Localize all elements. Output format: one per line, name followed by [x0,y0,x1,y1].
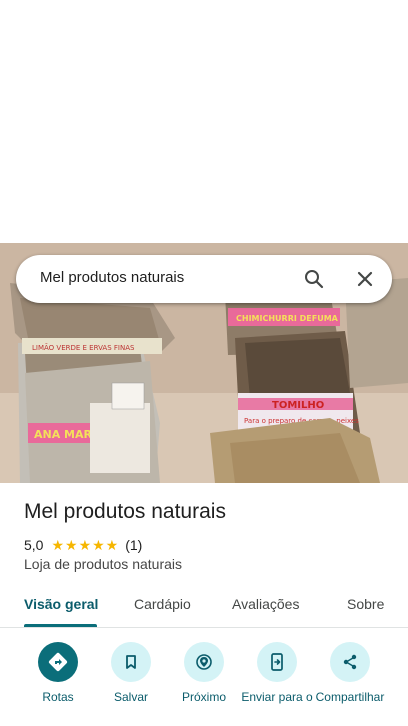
tab-bar: Visão geral Cardápio Avaliações Sobre [0,590,408,628]
place-title: Mel produtos naturais [24,500,226,523]
tab-divider [0,627,408,628]
close-icon[interactable] [353,267,377,291]
tab-overview[interactable]: Visão geral [24,596,98,612]
star-rating-icon: ★★★★★ [51,536,120,553]
directions-label: Rotas [42,690,74,704]
search-bar[interactable]: Mel produtos naturais [16,255,392,303]
tab-menu[interactable]: Cardápio [134,596,191,612]
save-label: Salvar [113,690,148,704]
share-icon[interactable] [330,642,370,682]
directions-button[interactable]: Rotas [18,642,98,724]
share-button[interactable]: Compartilhar [310,642,390,724]
send-to-phone-button[interactable]: Enviar para o [237,642,317,724]
rating-value: 5,0 [24,537,44,553]
tab-reviews[interactable]: Avaliações [232,596,299,612]
bag-label-tomilho: TOMILHO [272,400,324,411]
bag-label-limao: LIMÃO VERDE E ERVAS FINAS [32,343,135,352]
search-input[interactable]: Mel produtos naturais [40,269,184,286]
search-icon[interactable] [302,267,326,291]
nearby-label: Próximo [181,690,226,704]
rating-row[interactable]: 5,0 ★★★★★ (1) [24,536,142,554]
send-to-phone-label: Enviar para o [241,690,313,704]
nearby-button[interactable]: Próximo [164,642,244,724]
directions-icon[interactable] [38,642,78,682]
tab-about[interactable]: Sobre [347,596,384,612]
bookmark-icon[interactable] [111,642,151,682]
bag-label-chimichurri: CHIMICHURRI DEFUMA [236,314,339,323]
share-label: Compartilhar [315,690,385,704]
place-category[interactable]: Loja de produtos naturais [24,556,182,572]
send-to-phone-icon[interactable] [257,642,297,682]
save-button[interactable]: Salvar [91,642,171,724]
review-count[interactable]: (1) [125,537,142,553]
nearby-icon[interactable] [184,642,224,682]
blank-map-area [0,0,408,243]
